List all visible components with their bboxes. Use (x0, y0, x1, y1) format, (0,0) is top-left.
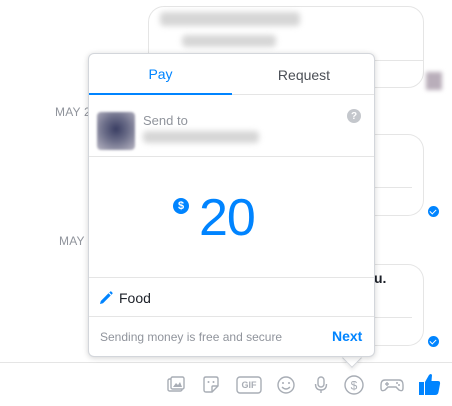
tab-pay[interactable]: Pay (89, 54, 232, 95)
currency-icon: $ (173, 198, 189, 214)
send-to-section[interactable]: Send to ? (89, 96, 374, 157)
gif-label: GIF (241, 380, 257, 390)
memo-field[interactable]: Food (89, 279, 374, 317)
memo-text: Food (119, 290, 151, 306)
help-icon[interactable]: ? (347, 109, 361, 123)
separator (372, 187, 412, 188)
contact-avatar (426, 72, 442, 90)
recipient-avatar (97, 112, 135, 150)
game-controller-icon[interactable] (379, 374, 405, 396)
photo-icon[interactable] (165, 374, 187, 396)
next-button[interactable]: Next (332, 328, 362, 344)
pay-request-tabs: Pay Request (89, 54, 374, 95)
sticker-icon[interactable] (200, 374, 222, 396)
pencil-icon (100, 291, 113, 304)
message-bubble (372, 134, 424, 216)
blurred-message-text (160, 12, 300, 26)
separator (372, 317, 412, 318)
recipient-name (143, 131, 259, 143)
amount-value[interactable]: 20 (199, 192, 256, 244)
svg-text:$: $ (351, 379, 358, 393)
microphone-icon[interactable] (310, 374, 332, 396)
message-text: u. (374, 270, 387, 286)
pay-popup: Pay Request Send to ? $ 20 Food Sending … (88, 53, 375, 357)
emoji-icon[interactable] (275, 374, 297, 396)
read-receipt-icon (428, 206, 439, 217)
security-note: Sending money is free and secure (100, 330, 283, 344)
blurred-message-text (182, 35, 276, 47)
date-separator: MAY 2 (55, 105, 91, 119)
amount-section[interactable]: $ 20 (89, 158, 374, 278)
tab-request[interactable]: Request (232, 54, 374, 95)
gif-icon[interactable]: GIF (236, 374, 262, 396)
like-icon[interactable] (416, 371, 442, 397)
read-receipt-icon (428, 336, 439, 347)
separator (372, 60, 424, 61)
send-to-label: Send to (143, 113, 188, 128)
payment-icon[interactable]: $ (343, 374, 365, 396)
